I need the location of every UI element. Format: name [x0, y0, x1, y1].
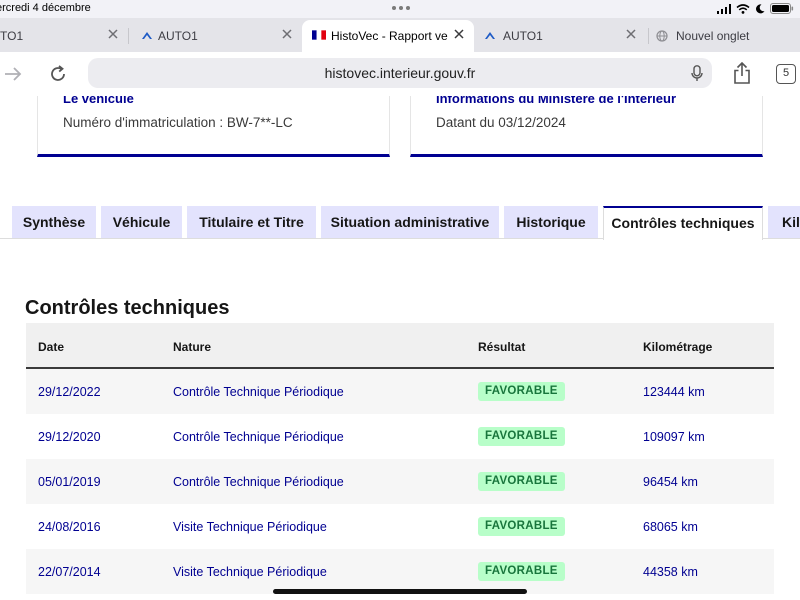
row-date: 29/12/2022: [38, 385, 101, 399]
row-date: 24/08/2016: [38, 520, 101, 534]
page-content: Le véhicule Numéro d'immatriculation : B…: [0, 96, 800, 600]
inspections-table: Date Nature Résultat Kilométrage 29/12/2…: [26, 323, 774, 594]
multitasking-dots-icon[interactable]: [392, 6, 410, 10]
row-date: 22/07/2014: [38, 565, 101, 579]
browser-tab-strip: TO1 AUTO1 HistoVec - Rapport ve AUTO1 No…: [0, 18, 800, 52]
tab-synthese[interactable]: Synthèse: [12, 206, 96, 239]
auto1-icon: [485, 32, 495, 39]
browser-tab[interactable]: AUTO1: [476, 20, 646, 51]
table-row: 29/12/2022 Contrôle Technique Périodique…: [26, 369, 774, 414]
table-row: 24/08/2016 Visite Technique Périodique F…: [26, 504, 774, 549]
browser-tab-active[interactable]: HistoVec - Rapport ve: [302, 20, 474, 52]
ministry-card: Informations du Ministère de l'Intérieur…: [410, 96, 763, 157]
row-km: 68065 km: [643, 520, 698, 534]
moon-icon: [756, 3, 765, 13]
microphone-icon[interactable]: [691, 65, 703, 82]
browser-tab-title: AUTO1: [503, 29, 543, 43]
row-nature: Visite Technique Périodique: [173, 520, 327, 534]
section-title: Contrôles techniques: [25, 297, 230, 319]
tab-vehicule[interactable]: Véhicule: [101, 206, 182, 239]
column-header-result: Résultat: [478, 340, 526, 354]
browser-tab[interactable]: AUTO1: [130, 20, 300, 51]
row-km: 109097 km: [643, 430, 705, 444]
result-badge: FAVORABLE: [478, 427, 565, 446]
row-nature: Visite Technique Périodique: [173, 565, 327, 579]
result-badge: FAVORABLE: [478, 382, 565, 401]
address-bar[interactable]: histovec.interieur.gouv.fr: [88, 58, 712, 88]
browser-tab[interactable]: TO1: [0, 20, 128, 51]
tab-controles-techniques[interactable]: Contrôles techniques: [603, 206, 763, 240]
row-km: 123444 km: [643, 385, 705, 399]
wifi-icon: [736, 3, 750, 14]
browser-tab[interactable]: Nouvel onglet: [650, 20, 800, 51]
status-icons: [717, 3, 794, 14]
close-tab-icon[interactable]: [624, 27, 638, 41]
close-tab-icon[interactable]: [280, 27, 294, 41]
row-nature: Contrôle Technique Périodique: [173, 475, 344, 489]
browser-tab-title: TO1: [0, 29, 24, 43]
vehicle-card-title: Le véhicule: [63, 96, 134, 106]
auto1-icon: [142, 32, 152, 39]
registration-number: Numéro d'immatriculation : BW-7**-LC: [63, 115, 293, 130]
tab-kilometrage[interactable]: Kilo: [768, 206, 800, 239]
tab-titulaire-titre[interactable]: Titulaire et Titre: [187, 206, 316, 239]
row-nature: Contrôle Technique Périodique: [173, 430, 344, 444]
result-badge: FAVORABLE: [478, 472, 565, 491]
result-badge: FAVORABLE: [478, 562, 565, 581]
row-date: 05/01/2019: [38, 475, 101, 489]
report-tabs: Synthèse Véhicule Titulaire et Titre Sit…: [0, 206, 800, 240]
row-km: 96454 km: [643, 475, 698, 489]
reload-icon[interactable]: [46, 62, 70, 86]
column-header-nature: Nature: [173, 340, 212, 354]
browser-tab-title: HistoVec - Rapport ve: [331, 29, 448, 43]
browser-toolbar: histovec.interieur.gouv.fr 5: [0, 52, 800, 96]
share-icon[interactable]: [731, 60, 753, 86]
row-date: 29/12/2020: [38, 430, 101, 444]
result-badge: FAVORABLE: [478, 517, 565, 536]
forward-icon[interactable]: [2, 64, 24, 84]
french-flag-icon: [312, 30, 326, 40]
tab-count-button[interactable]: 5: [776, 64, 796, 84]
ministry-card-title: Informations du Ministère de l'Intérieur: [436, 96, 677, 106]
table-header: Date Nature Résultat Kilométrage: [26, 323, 774, 369]
tab-panel: Contrôles techniques Date Nature Résulta…: [0, 238, 800, 600]
table-row: 29/12/2020 Contrôle Technique Périodique…: [26, 414, 774, 459]
column-header-km: Kilométrage: [643, 340, 713, 354]
table-row: 22/07/2014 Visite Technique Périodique F…: [26, 549, 774, 594]
close-tab-icon[interactable]: [106, 27, 120, 41]
tab-situation-administrative[interactable]: Situation administrative: [321, 206, 499, 239]
report-date: Datant du 03/12/2024: [436, 115, 566, 130]
globe-icon: [656, 30, 668, 42]
row-nature: Contrôle Technique Périodique: [173, 385, 344, 399]
table-row: 05/01/2019 Contrôle Technique Périodique…: [26, 459, 774, 504]
battery-icon: [770, 3, 794, 14]
row-km: 44358 km: [643, 565, 698, 579]
status-bar: ercredi 4 décembre: [0, 0, 800, 18]
status-date: ercredi 4 décembre: [0, 2, 91, 14]
column-header-date: Date: [38, 340, 65, 354]
close-tab-icon[interactable]: [452, 27, 466, 41]
vehicle-card: Le véhicule Numéro d'immatriculation : B…: [37, 96, 390, 157]
home-indicator[interactable]: [273, 589, 527, 594]
signal-icon: [717, 3, 731, 14]
browser-tab-title: Nouvel onglet: [676, 29, 750, 43]
tab-historique[interactable]: Historique: [504, 206, 598, 239]
url-text: histovec.interieur.gouv.fr: [324, 65, 476, 81]
browser-tab-title: AUTO1: [158, 29, 198, 43]
